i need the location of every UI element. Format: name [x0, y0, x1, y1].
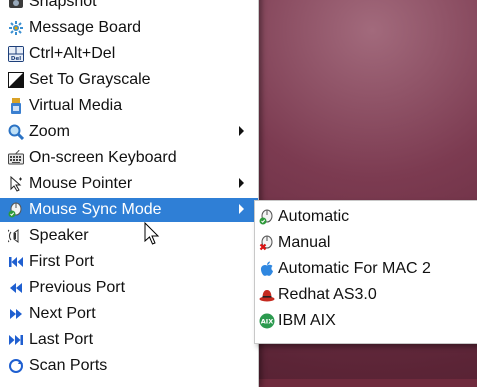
mouse-sync-icon [8, 202, 24, 218]
menu-item-previous-port[interactable]: Previous Port [0, 276, 258, 300]
menu-item-last-port[interactable]: Last Port [0, 328, 258, 352]
menu-item-message-board[interactable]: Message Board [0, 16, 258, 40]
menu-item-label: Last Port [29, 331, 94, 348]
menu-item-scan-ports[interactable]: Scan Ports [0, 354, 258, 378]
menu-item-on-screen-keyboard[interactable]: On-screen Keyboard [0, 146, 258, 170]
menu-item-label: Mouse Sync Mode [29, 201, 162, 218]
menu-item-label: Previous Port [29, 279, 126, 296]
submenu-arrow-icon [239, 204, 244, 214]
menu-item-label: Zoom [29, 123, 70, 140]
submenu-arrow-icon [239, 178, 244, 188]
submenu-arrow-icon [239, 126, 244, 136]
submenu-item-label: Manual [278, 234, 331, 251]
message-board-icon [8, 20, 24, 36]
menu-item-label: Virtual Media [29, 97, 123, 114]
menu-item-label: Message Board [29, 19, 142, 36]
automatic-icon [259, 209, 275, 225]
menu-item-virtual-media[interactable]: Virtual Media [0, 94, 258, 118]
svg-text:Del: Del [11, 56, 21, 62]
redhat-icon [259, 287, 275, 303]
menu-item-zoom[interactable]: Zoom [0, 120, 258, 144]
submenu-item-label: Automatic [278, 208, 350, 225]
menu-item-label: Scan Ports [29, 357, 108, 374]
previous-port-icon [8, 280, 24, 296]
menu-item-next-port[interactable]: Next Port [0, 302, 258, 326]
ctrl-alt-del-icon: Del [8, 46, 24, 62]
submenu-item-ibm-aix[interactable]: AIX IBM AIX [255, 309, 477, 333]
menu-item-snapshot[interactable]: Snapshot [0, 0, 258, 14]
menu-item-mouse-pointer[interactable]: Mouse Pointer [0, 172, 258, 196]
menu-item-label: Ctrl+Alt+Del [29, 45, 116, 62]
submenu-item-automatic[interactable]: Automatic [255, 205, 477, 229]
menu-item-mouse-sync-mode[interactable]: Mouse Sync Mode [0, 198, 258, 222]
apple-icon [259, 261, 275, 277]
virtual-media-icon [8, 98, 24, 114]
zoom-icon [8, 124, 24, 140]
menu-item-speaker[interactable]: Speaker [0, 224, 258, 248]
last-port-icon [8, 332, 24, 348]
speaker-icon [8, 228, 24, 244]
menu-item-label: Next Port [29, 305, 96, 322]
mouse-sync-mode-submenu: Automatic Manual Automatic For MAC 2 Red… [254, 200, 477, 344]
menu-item-label: Mouse Pointer [29, 175, 133, 192]
menu-item-ctrl-alt-del[interactable]: Del Ctrl+Alt+Del [0, 42, 258, 66]
menu-item-label: First Port [29, 253, 94, 270]
submenu-item-label: IBM AIX [278, 312, 336, 329]
scan-ports-icon [8, 358, 24, 374]
menu-item-label: Set To Grayscale [29, 71, 151, 88]
manual-icon [259, 235, 275, 251]
menu-item-label: Snapshot [29, 0, 97, 10]
menu-item-first-port[interactable]: First Port [0, 250, 258, 274]
submenu-item-label: Redhat AS3.0 [278, 286, 377, 303]
menu-item-label: Speaker [29, 227, 89, 244]
submenu-item-automatic-for-mac-2[interactable]: Automatic For MAC 2 [255, 257, 477, 281]
submenu-item-label: Automatic For MAC 2 [278, 260, 431, 277]
submenu-item-manual[interactable]: Manual [255, 231, 477, 255]
next-port-icon [8, 306, 24, 322]
menu-item-label: On-screen Keyboard [29, 149, 177, 166]
mouse-pointer-icon [8, 176, 24, 192]
submenu-item-redhat-as3[interactable]: Redhat AS3.0 [255, 283, 477, 307]
mouse-cursor-icon [144, 222, 160, 246]
aix-icon: AIX [259, 313, 275, 329]
keyboard-icon [8, 150, 24, 166]
svg-text:AIX: AIX [261, 318, 273, 326]
grayscale-icon [8, 72, 24, 88]
first-port-icon [8, 254, 24, 270]
context-menu: Snapshot Message Board Del Ctrl+Alt+Del … [0, 0, 259, 387]
menu-item-set-to-grayscale[interactable]: Set To Grayscale [0, 68, 258, 92]
snapshot-icon [8, 0, 24, 10]
